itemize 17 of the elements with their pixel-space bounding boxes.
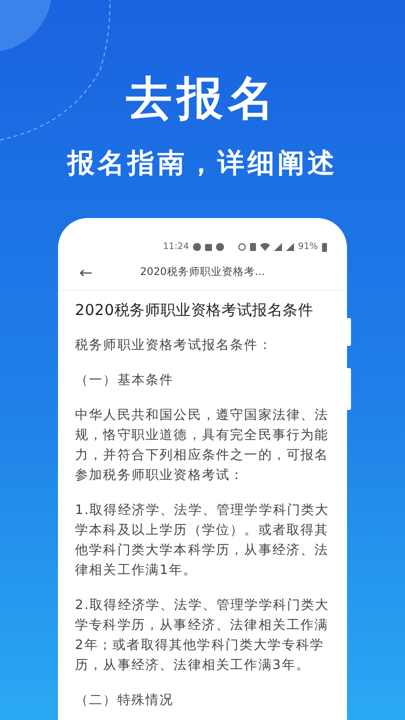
article-paragraph: 1.取得经济学、法学、管理学学科门类大学本科及以上学历（学位）。或者取得其他学科门类大学本科学历，从事经济、法律相关工作满1年。: [75, 502, 330, 580]
notification-icon: [216, 243, 224, 251]
battery-icon: [322, 242, 327, 252]
status-time: 11:24: [163, 242, 189, 252]
article-paragraph: 中华人民共和国公民，遵守国家法律、法规，恪守职业道德，具有完全民事行为能力，并符合下列相应条件之一的，可报名参加税务师职业资格考试：: [75, 407, 330, 485]
headline: 去报名: [125, 70, 280, 126]
article-paragraph: （二）特殊情况: [75, 692, 175, 710]
wifi-icon: [260, 243, 270, 251]
article-paragraph: 税务师职业资格考试报名条件：: [75, 337, 274, 355]
subheadline: 报名指南，详细阐述: [66, 147, 338, 181]
page-title: 2020税务师职业资格考...: [139, 265, 266, 279]
article-title: 2020税务师职业资格考试报名条件: [75, 301, 314, 320]
article-paragraph: 2.取得经济学、法学、管理学学科门类大学专科学历，从事经济、法律相关工作满2年；或者取得其他学科门类大学专科学历，从事经济、法律相关工作满3年。: [75, 597, 330, 675]
notification-icon: [192, 243, 201, 251]
back-button[interactable]: ←: [76, 262, 96, 282]
article-paragraph: （一）基本条件: [75, 372, 175, 390]
battery-percent: 91%: [298, 242, 318, 252]
